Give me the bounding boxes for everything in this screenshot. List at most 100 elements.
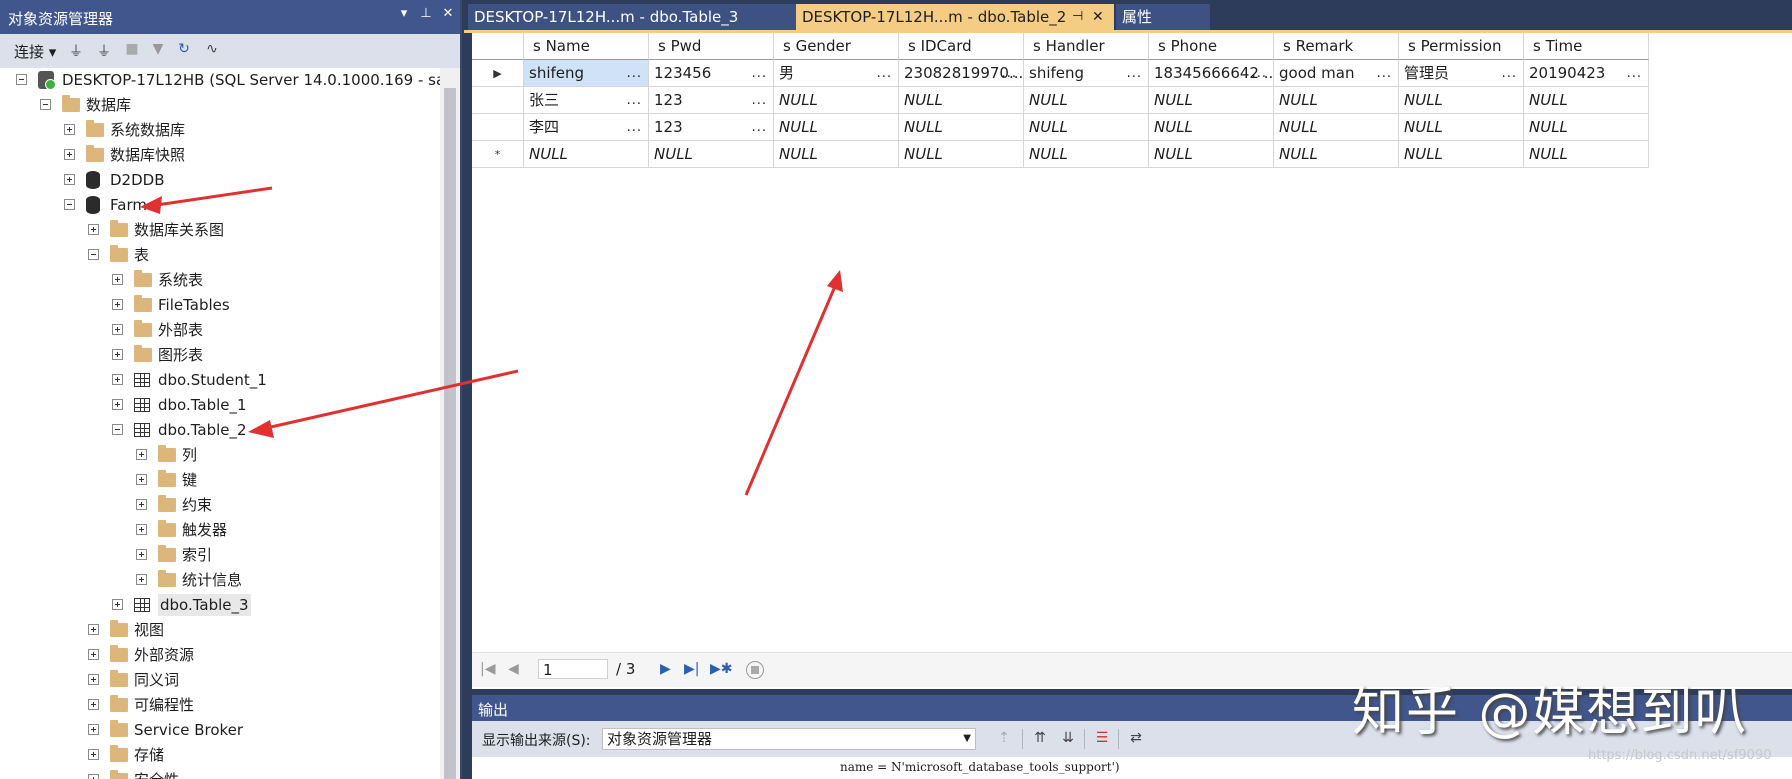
cell-ellipsis-icon[interactable]: ...: [627, 60, 642, 86]
tree-node[interactable]: 数据库关系图: [0, 219, 440, 241]
grid-cell[interactable]: NULL: [1149, 87, 1274, 114]
cell-ellipsis-icon[interactable]: ...: [627, 114, 642, 140]
grid-cell[interactable]: shifeng...: [524, 60, 649, 87]
find-message-icon[interactable]: ⇡: [994, 730, 1014, 750]
activity-monitor-icon[interactable]: ∿: [202, 41, 222, 61]
cell-ellipsis-icon[interactable]: ...: [752, 114, 767, 140]
tree-node[interactable]: 约束: [0, 494, 440, 516]
tree-scrollbar-thumb[interactable]: [444, 88, 456, 779]
dropdown-icon[interactable]: ▾: [394, 6, 414, 26]
column-header[interactable]: s Name: [524, 33, 649, 60]
grid-cell[interactable]: NULL: [1024, 141, 1149, 168]
expand-icon[interactable]: [112, 599, 123, 610]
cell-ellipsis-icon[interactable]: ...: [1002, 60, 1017, 86]
last-record-icon[interactable]: ▶|: [684, 661, 699, 677]
grid-cell[interactable]: NULL: [899, 114, 1024, 141]
go-to-next-message-icon[interactable]: ⇊: [1058, 730, 1078, 750]
tree-node[interactable]: Farm: [0, 194, 440, 216]
grid-cell[interactable]: 20190423...: [1524, 60, 1649, 87]
tree-node[interactable]: 图形表: [0, 344, 440, 366]
cell-ellipsis-icon[interactable]: ...: [627, 87, 642, 113]
grid-cell[interactable]: NULL: [1524, 141, 1649, 168]
expand-icon[interactable]: [112, 274, 123, 285]
cell-ellipsis-icon[interactable]: ...: [752, 60, 767, 86]
grid-cell[interactable]: good man...: [1274, 60, 1399, 87]
previous-record-icon[interactable]: ◀: [508, 661, 519, 677]
close-tab-icon[interactable]: ✕: [1092, 4, 1104, 30]
expand-icon[interactable]: [64, 124, 75, 135]
expand-icon[interactable]: [112, 324, 123, 335]
expand-icon[interactable]: [136, 574, 147, 585]
grid-cell[interactable]: NULL: [524, 141, 649, 168]
tab-table-3[interactable]: DESKTOP-17L12H...m - dbo.Table_3: [468, 4, 798, 30]
pin-icon[interactable]: ⊣: [1072, 4, 1083, 30]
pin-icon[interactable]: ⊥: [416, 6, 436, 26]
grid-cell[interactable]: 23082819970......: [899, 60, 1024, 87]
tree-node[interactable]: D2DDB: [0, 169, 440, 191]
filter-icon[interactable]: ▼: [148, 41, 168, 61]
tree-node[interactable]: DESKTOP-17L12HB (SQL Server 14.0.1000.16…: [0, 69, 440, 91]
connect-plug-icon[interactable]: ⏚: [66, 41, 86, 61]
expand-icon[interactable]: [88, 649, 99, 660]
next-record-icon[interactable]: ▶: [660, 661, 671, 677]
tab-properties[interactable]: 属性: [1116, 4, 1210, 30]
row-selector[interactable]: *: [472, 141, 524, 168]
cell-ellipsis-icon[interactable]: ...: [1252, 60, 1267, 86]
refresh-icon[interactable]: ↻: [174, 41, 194, 61]
tree-node[interactable]: 可编程性: [0, 694, 440, 716]
tree-node[interactable]: 外部表: [0, 319, 440, 341]
grid-cell[interactable]: 123...: [649, 114, 774, 141]
grid-cell[interactable]: NULL: [774, 114, 899, 141]
grid-cell[interactable]: 张三...: [524, 87, 649, 114]
tree-node[interactable]: Service Broker: [0, 719, 440, 741]
grid-cell[interactable]: NULL: [1274, 141, 1399, 168]
column-header[interactable]: s Phone: [1149, 33, 1274, 60]
tree-node[interactable]: 安全性: [0, 769, 440, 779]
tab-table-2[interactable]: DESKTOP-17L12H...m - dbo.Table_2 ⊣ ✕: [796, 4, 1114, 30]
grid-cell[interactable]: NULL: [649, 141, 774, 168]
expand-icon[interactable]: [88, 699, 99, 710]
expand-icon[interactable]: [88, 224, 99, 235]
tree-node[interactable]: 表: [0, 244, 440, 266]
expand-icon[interactable]: [136, 449, 147, 460]
grid-cell[interactable]: NULL: [1024, 114, 1149, 141]
expand-icon[interactable]: [112, 399, 123, 410]
tree-node[interactable]: 键: [0, 469, 440, 491]
close-icon[interactable]: ✕: [438, 6, 458, 26]
expand-icon[interactable]: [88, 674, 99, 685]
grid-cell[interactable]: 123456...: [649, 60, 774, 87]
grid-cell[interactable]: 18345666642 ......: [1149, 60, 1274, 87]
row-selector[interactable]: [472, 114, 524, 141]
grid-cell[interactable]: NULL: [1149, 114, 1274, 141]
go-to-previous-message-icon[interactable]: ⇈: [1030, 730, 1050, 750]
connect-button[interactable]: 连接 ▾: [14, 41, 56, 62]
grid-cell[interactable]: NULL: [1274, 114, 1399, 141]
grid-corner[interactable]: [472, 33, 524, 60]
tree-node[interactable]: 视图: [0, 619, 440, 641]
row-selector[interactable]: [472, 87, 524, 114]
grid-cell[interactable]: NULL: [1524, 87, 1649, 114]
expand-icon[interactable]: [64, 174, 75, 185]
tree-node[interactable]: 存储: [0, 744, 440, 766]
new-record-icon[interactable]: ▶✱: [710, 661, 733, 677]
expand-icon[interactable]: [88, 749, 99, 760]
tree-node[interactable]: 系统表: [0, 269, 440, 291]
tree-node[interactable]: dbo.Table_1: [0, 394, 440, 416]
collapse-icon[interactable]: [88, 249, 99, 260]
column-header[interactable]: s Permission: [1399, 33, 1524, 60]
column-header[interactable]: s Remark: [1274, 33, 1399, 60]
cell-ellipsis-icon[interactable]: ...: [1502, 60, 1517, 86]
expand-icon[interactable]: [136, 474, 147, 485]
collapse-icon[interactable]: [112, 424, 123, 435]
grid-cell[interactable]: NULL: [1524, 114, 1649, 141]
grid-cell[interactable]: NULL: [899, 87, 1024, 114]
stop-icon[interactable]: [746, 661, 764, 679]
tree-node[interactable]: 数据库快照: [0, 144, 440, 166]
grid-cell[interactable]: NULL: [899, 141, 1024, 168]
expand-icon[interactable]: [112, 374, 123, 385]
tree-node[interactable]: 系统数据库: [0, 119, 440, 141]
column-header[interactable]: s Time: [1524, 33, 1649, 60]
tree-node[interactable]: dbo.Table_2: [0, 419, 440, 441]
cell-ellipsis-icon[interactable]: ...: [1127, 60, 1142, 86]
expand-icon[interactable]: [112, 349, 123, 360]
